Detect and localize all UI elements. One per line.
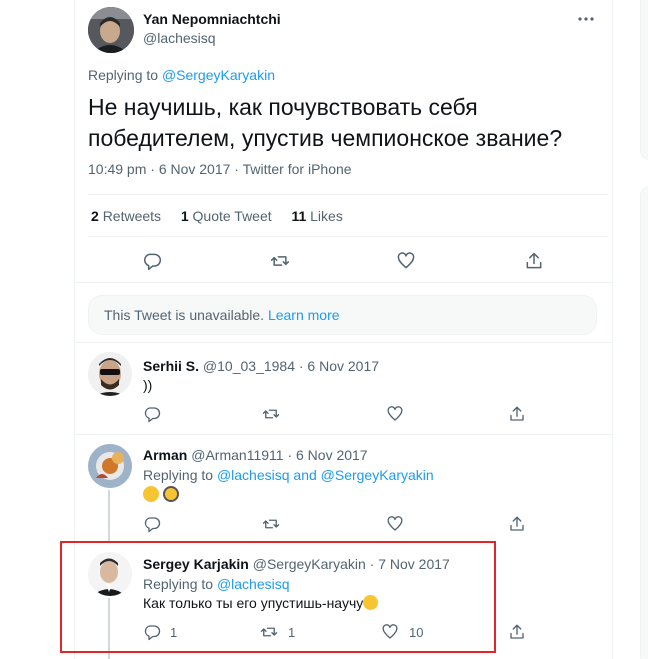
reply-header: Serhii S. @10_03_1984 · 6 Nov 2017 bbox=[143, 358, 379, 374]
sidebar-edge bbox=[640, 0, 648, 659]
reply-emoji-text bbox=[143, 486, 180, 505]
highlight-box bbox=[60, 541, 496, 653]
replying-to-link[interactable]: @SergeyKaryakin bbox=[162, 67, 275, 83]
reply-text: )) bbox=[143, 377, 153, 393]
retweet-icon[interactable] bbox=[270, 251, 290, 271]
unavailable-text: This Tweet is unavailable. bbox=[104, 307, 265, 323]
sidebar-card bbox=[640, 0, 648, 160]
like-icon[interactable] bbox=[386, 515, 406, 535]
thinking-face-icon bbox=[143, 486, 159, 502]
divider bbox=[74, 342, 613, 343]
replying-to-line: Replying to @lachesisq and @SergeyKaryak… bbox=[143, 467, 434, 483]
avatar[interactable] bbox=[88, 352, 132, 396]
likes-stat[interactable]: 11 Likes bbox=[291, 208, 342, 224]
author-handle[interactable]: @lachesisq bbox=[143, 30, 216, 46]
tweet-meta[interactable]: 10:49 pm · 6 Nov 2017 · Twitter for iPho… bbox=[88, 161, 352, 177]
reply-icon[interactable] bbox=[143, 405, 163, 425]
replying-to-label: Replying to bbox=[88, 67, 162, 83]
replying-to-label: Replying to bbox=[143, 467, 217, 483]
share-icon[interactable] bbox=[508, 623, 528, 643]
retweet-icon[interactable] bbox=[262, 515, 282, 535]
share-icon[interactable] bbox=[508, 515, 528, 535]
tweet-text: Не научишь, как почувствовать себя побед… bbox=[88, 94, 563, 151]
unavailable-tweet-notice: This Tweet is unavailable. Learn more bbox=[88, 295, 597, 335]
divider bbox=[88, 236, 608, 237]
divider bbox=[74, 282, 613, 283]
replying-to-line: Replying to @SergeyKaryakin bbox=[88, 67, 275, 83]
face-with-monocle-icon bbox=[163, 486, 180, 502]
tweet-stats: 2 Retweets 1 Quote Tweet 11 Likes bbox=[91, 208, 343, 224]
reply-handle-date[interactable]: @Arman11911 · 6 Nov 2017 bbox=[191, 447, 367, 463]
retweet-icon[interactable] bbox=[262, 405, 282, 425]
divider bbox=[88, 194, 608, 195]
divider bbox=[74, 434, 613, 435]
like-icon[interactable] bbox=[396, 251, 416, 271]
author-name[interactable]: Yan Nepomniachtchi bbox=[143, 11, 281, 27]
quote-tweets-stat[interactable]: 1 Quote Tweet bbox=[181, 208, 272, 224]
reply-author-name[interactable]: Arman bbox=[143, 447, 187, 463]
share-icon[interactable] bbox=[508, 405, 528, 425]
sidebar-card bbox=[640, 186, 648, 659]
replying-to-link[interactable]: @lachesisq and @SergeyKaryakin bbox=[217, 467, 434, 483]
share-icon[interactable] bbox=[524, 251, 544, 271]
more-options-icon[interactable] bbox=[576, 9, 596, 29]
avatar[interactable] bbox=[88, 7, 134, 53]
thread-line bbox=[108, 490, 110, 541]
reply-author-name[interactable]: Serhii S. bbox=[143, 358, 199, 374]
like-icon[interactable] bbox=[386, 405, 406, 425]
reply-icon[interactable] bbox=[142, 251, 162, 271]
reply-handle-date[interactable]: @10_03_1984 · 6 Nov 2017 bbox=[203, 358, 379, 374]
reply-icon[interactable] bbox=[143, 515, 163, 535]
avatar[interactable] bbox=[88, 444, 132, 488]
retweets-stat[interactable]: 2 Retweets bbox=[91, 208, 161, 224]
reply-header: Arman @Arman11911 · 6 Nov 2017 bbox=[143, 447, 368, 463]
learn-more-link[interactable]: Learn more bbox=[268, 307, 340, 323]
